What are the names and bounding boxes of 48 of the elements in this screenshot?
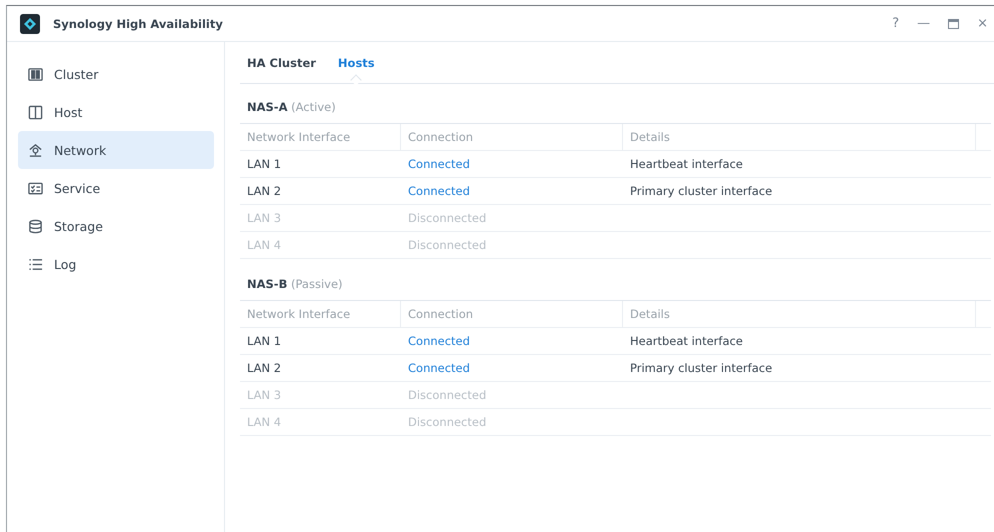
- status-text: Disconnected: [408, 415, 486, 429]
- close-button[interactable]: ×: [977, 16, 988, 31]
- tab[interactable]: HA Cluster: [247, 56, 316, 70]
- network-icon: [28, 142, 43, 158]
- status-text: Connected: [408, 334, 470, 348]
- column-header: Details: [623, 124, 976, 150]
- checklist-icon: [28, 180, 43, 196]
- status-text: Connected: [408, 157, 470, 171]
- table-cell: Heartbeat interface: [630, 334, 743, 348]
- column-header: Network Interface: [240, 124, 401, 150]
- table-cell: LAN 4: [247, 238, 282, 252]
- server-icon: [28, 104, 43, 120]
- status-text: Disconnected: [408, 211, 486, 225]
- table-cell: LAN 1: [247, 157, 282, 171]
- table-cell: LAN 2: [247, 361, 282, 375]
- tab[interactable]: Hosts: [338, 56, 375, 70]
- sidebar-item[interactable]: Storage: [18, 207, 214, 245]
- table-cell: LAN 2: [247, 184, 282, 198]
- table-cell: LAN 4: [247, 415, 282, 429]
- host-heading: NAS-A (Active): [246, 100, 337, 116]
- sidebar-item[interactable]: Host: [18, 93, 214, 131]
- column-header: Network Interface: [240, 301, 401, 327]
- sidebar-item[interactable]: Log: [18, 245, 214, 283]
- minimize-button[interactable]: —: [917, 16, 930, 31]
- sidebar-item[interactable]: Cluster: [18, 55, 214, 93]
- window-title: Synology High Availability: [53, 16, 223, 30]
- server-pair-icon: [28, 66, 43, 82]
- host-heading: NAS-B (Passive): [246, 277, 344, 293]
- status-text: Connected: [408, 184, 470, 198]
- column-header: Connection: [401, 301, 623, 327]
- table-cell: Primary cluster interface: [630, 184, 772, 198]
- column-header: Details: [623, 301, 976, 327]
- help-button[interactable]: ?: [892, 16, 900, 31]
- app-logo-icon: [20, 14, 40, 34]
- sidebar-item[interactable]: Service: [18, 169, 214, 207]
- table-cell: LAN 3: [247, 388, 282, 402]
- status-text: Disconnected: [408, 388, 486, 402]
- table-cell: Heartbeat interface: [630, 157, 743, 171]
- table-cell: LAN 3: [247, 211, 282, 225]
- status-text: Disconnected: [408, 238, 486, 252]
- sidebar-item[interactable]: Network: [18, 131, 214, 169]
- column-header: Connection: [401, 124, 623, 150]
- maximize-icon[interactable]: [948, 18, 960, 28]
- status-text: Connected: [408, 361, 470, 375]
- database-icon: [28, 218, 43, 234]
- table-cell: Primary cluster interface: [630, 361, 772, 375]
- table-cell: LAN 1: [247, 334, 282, 348]
- list-icon: [28, 256, 43, 272]
